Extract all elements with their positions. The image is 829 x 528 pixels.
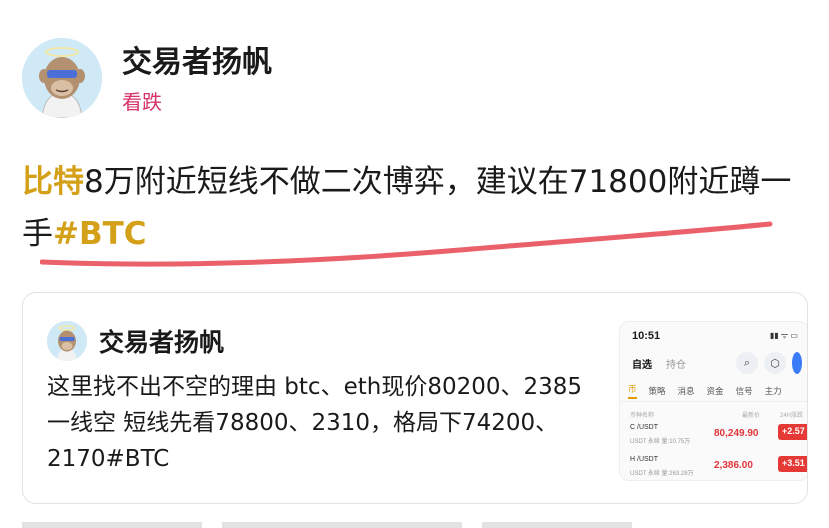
settings-icon: ⬡ xyxy=(764,352,786,374)
quoted-author-name[interactable]: 交易者扬帆 xyxy=(99,323,224,359)
table-row: H /USDT USDT 永续 量:263.28万 2,386.00 +3.51 xyxy=(630,456,807,480)
quoted-post-author[interactable]: 交易者扬帆 xyxy=(47,321,224,361)
red-underline-annotation xyxy=(40,221,773,267)
subtab: 信号 xyxy=(735,385,753,396)
thumb-time: 10:51 xyxy=(632,330,661,342)
change-badge: +3.51 xyxy=(778,456,807,472)
cutoff-text-fragment xyxy=(22,522,632,528)
column-header: 币种名称 xyxy=(630,413,655,419)
symbol: H /USDT xyxy=(630,456,658,463)
column-header: 最新价 xyxy=(742,413,761,419)
table-row: C /USDT USDT 永续 量:10.75万 80,249.90 +2.57 xyxy=(630,424,807,454)
volume: USDT 永续 量:10.75万 xyxy=(630,439,691,445)
quoted-post-text: 这里找不出不空的理由 btc、eth现价80200、2385一线空 短线先看78… xyxy=(47,374,583,472)
search-icon: ⌕ xyxy=(736,352,758,374)
column-header: 24H涨跌 xyxy=(780,413,804,419)
subtab: 币 xyxy=(628,383,637,399)
thumb-tabs: 自选 持仓 xyxy=(632,356,686,371)
subtab: 资金 xyxy=(706,385,724,396)
price: 2,386.00 xyxy=(714,460,753,471)
change-badge: +2.57 xyxy=(778,424,807,440)
tab-watchlist: 自选 xyxy=(632,360,652,371)
quoted-post-image[interactable]: 10:51 ▮▮ ᯤ ▭ 自选 持仓 ⌕ ⬡ 币 策略 消息 资金 信号 主力 … xyxy=(619,321,807,481)
menu-icon xyxy=(792,352,802,374)
avatar[interactable] xyxy=(47,321,87,361)
post-author[interactable]: 交易者扬帆 看跌 xyxy=(22,38,272,118)
status-bar-icons: ▮▮ ᯤ ▭ xyxy=(769,331,798,340)
thumb-subtabs: 币 策略 消息 资金 信号 主力 xyxy=(620,380,807,402)
subtab: 主力 xyxy=(764,385,782,396)
subtab: 消息 xyxy=(677,385,695,396)
subtab: 策略 xyxy=(648,385,666,396)
symbol: C /USDT xyxy=(630,424,658,431)
sentiment-tag: 看跌 xyxy=(122,90,162,114)
volume: USDT 永续 量:263.28万 xyxy=(630,471,694,477)
thumb-icons: ⌕ ⬡ xyxy=(736,352,802,374)
author-name[interactable]: 交易者扬帆 xyxy=(122,43,272,83)
ape-avatar-icon xyxy=(22,38,102,118)
coin-link[interactable]: 比特 xyxy=(22,164,84,200)
ape-avatar-icon xyxy=(47,321,87,361)
avatar[interactable] xyxy=(22,38,102,118)
price: 80,249.90 xyxy=(714,428,759,439)
quoted-post-card[interactable]: 交易者扬帆 这里找不出不空的理由 btc、eth现价80200、2385一线空 … xyxy=(22,292,808,504)
thumb-column-headers: 币种名称 最新价 24H涨跌 xyxy=(630,410,806,419)
tab-positions: 持仓 xyxy=(666,360,686,371)
